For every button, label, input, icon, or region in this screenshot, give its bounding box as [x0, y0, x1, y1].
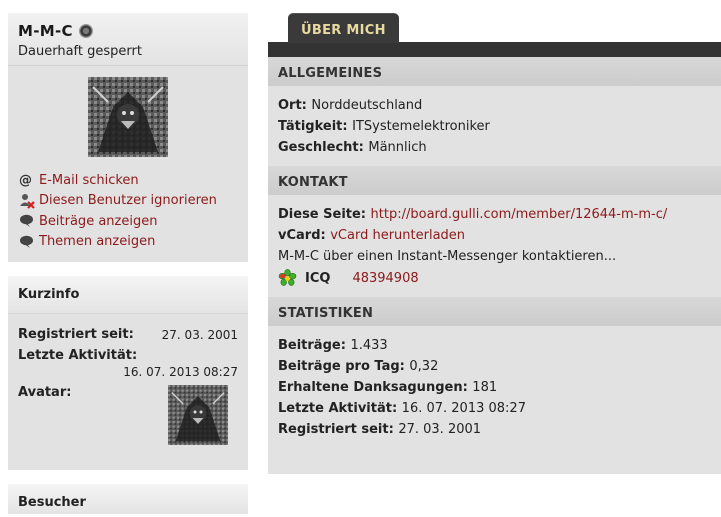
posts-per-day-value: 0,32: [409, 359, 439, 374]
section-general: Ort: Norddeutschland Tätigkeit: ITSystem…: [268, 86, 721, 166]
messenger-text: M-M-C über einen Instant-Messenger konta…: [278, 249, 617, 264]
kurzinfo-body: Registriert seit: 27. 03. 2001 Letzte Ak…: [8, 314, 248, 470]
sidebar: M-M-C Dauerhaft gesperrt @ E-Mail schick…: [8, 13, 248, 514]
posts-row: Beiträge: 1.433: [278, 335, 711, 356]
homepage-row: Diese Seite: http://board.gulli.com/memb…: [278, 204, 711, 225]
section-contact-title: KONTAKT: [268, 166, 721, 195]
about-me-panel: ALLGEMEINES Ort: Norddeutschland Tätigke…: [268, 57, 721, 474]
gender-value: Männlich: [368, 140, 427, 155]
vcard-label: vCard:: [278, 228, 331, 243]
stats-registered-value: 27. 03. 2001: [398, 422, 482, 437]
section-stats: Beiträge: 1.433 Beiträge pro Tag: 0,32 E…: [268, 326, 721, 448]
tab-strip: [268, 42, 721, 57]
username-text: M-M-C: [18, 22, 73, 40]
action-ignore-user[interactable]: Diesen Benutzer ignorieren: [19, 191, 217, 212]
stats-registered-label: Registriert seit:: [278, 422, 399, 437]
thanks-label: Erhaltene Danksagungen:: [278, 380, 473, 395]
stats-last-activity-row: Letzte Aktivität: 16. 07. 2013 08:27: [278, 398, 711, 419]
kurzinfo-box: Kurzinfo Registriert seit: 27. 03. 2001 …: [8, 276, 248, 470]
section-contact: Diese Seite: http://board.gulli.com/memb…: [268, 195, 721, 297]
profile-actions: @ E-Mail schicken Diesen Benutzer ignori…: [19, 170, 217, 252]
username: M-M-C: [18, 22, 238, 40]
user-title: Dauerhaft gesperrt: [18, 44, 142, 59]
stats-last-activity-label: Letzte Aktivität:: [278, 401, 402, 416]
profile-header: M-M-C Dauerhaft gesperrt: [8, 13, 248, 66]
kurzinfo-last-activity: Letzte Aktivität: 16. 07. 2013 08:27: [18, 348, 238, 385]
thanks-value: 181: [472, 380, 498, 395]
section-stats-title: STATISTIKEN: [268, 297, 721, 326]
besucher-box: Besucher: [8, 484, 248, 514]
tab-about-me[interactable]: ÜBER MICH: [288, 13, 399, 43]
homepage-label: Diese Seite:: [278, 207, 371, 222]
section-general-title: ALLGEMEINES: [268, 57, 721, 86]
main-content: ÜBER MICH ALLGEMEINES Ort: Norddeutschla…: [268, 13, 721, 474]
location-value: Norddeutschland: [311, 98, 423, 113]
speech-bubble-icon: [19, 235, 39, 249]
last-activity-value: 16. 07. 2013 08:27: [123, 365, 238, 379]
profile-box: M-M-C Dauerhaft gesperrt @ E-Mail schick…: [8, 13, 248, 262]
homepage-link[interactable]: http://board.gulli.com/member/12644-m-m-…: [371, 207, 668, 222]
icq-row: ICQ 48394908: [278, 267, 711, 289]
registered-label: Registriert seit:: [18, 327, 134, 342]
speech-bubble-icon: [19, 214, 39, 228]
gender-row: Geschlecht: Männlich: [278, 137, 711, 158]
stats-registered-row: Registriert seit: 27. 03. 2001: [278, 419, 711, 440]
show-threads-link[interactable]: Themen anzeigen: [39, 234, 155, 249]
action-show-posts[interactable]: Beiträge anzeigen: [19, 211, 217, 232]
vcard-download-link[interactable]: vCard herunterladen: [330, 228, 465, 243]
avatar[interactable]: [88, 77, 168, 157]
posts-per-day-row: Beiträge pro Tag: 0,32: [278, 356, 711, 377]
offline-status-icon: [78, 24, 93, 38]
kurzinfo-avatar: Avatar:: [18, 385, 238, 445]
stats-last-activity-value: 16. 07. 2013 08:27: [401, 401, 526, 416]
kurzinfo-registered: Registriert seit: 27. 03. 2001: [18, 327, 238, 348]
gender-label: Geschlecht:: [278, 140, 369, 155]
tab-bar: ÜBER MICH: [268, 13, 721, 43]
action-email[interactable]: @ E-Mail schicken: [19, 170, 217, 191]
avatar-label: Avatar:: [18, 385, 72, 400]
ignore-user-link[interactable]: Diesen Benutzer ignorieren: [39, 193, 217, 208]
show-posts-link[interactable]: Beiträge anzeigen: [39, 214, 157, 229]
posts-label: Beiträge:: [278, 338, 351, 353]
icq-label: ICQ: [305, 270, 331, 286]
last-activity-label: Letzte Aktivität:: [18, 348, 138, 363]
besucher-title: Besucher: [8, 484, 248, 514]
kurzinfo-title: Kurzinfo: [8, 276, 248, 314]
posts-per-day-label: Beiträge pro Tag:: [278, 359, 410, 374]
occupation-label: Tätigkeit:: [278, 119, 353, 134]
at-icon: @: [19, 172, 32, 188]
action-show-threads[interactable]: Themen anzeigen: [19, 232, 217, 253]
occupation-row: Tätigkeit: ITSystemelektroniker: [278, 116, 711, 137]
location-label: Ort:: [278, 98, 312, 113]
occupation-value: ITSystemelektroniker: [352, 119, 490, 134]
location-row: Ort: Norddeutschland: [278, 95, 711, 116]
avatar-thumbnail[interactable]: [168, 385, 228, 445]
posts-value: 1.433: [350, 338, 388, 353]
icq-flower-icon: [278, 268, 297, 286]
thanks-row: Erhaltene Danksagungen: 181: [278, 377, 711, 398]
email-link[interactable]: E-Mail schicken: [39, 173, 139, 188]
icq-number-link[interactable]: 48394908: [352, 271, 418, 286]
ignore-user-icon: [19, 193, 39, 209]
registered-value: 27. 03. 2001: [161, 328, 238, 342]
vcard-row: vCard: vCard herunterladen: [278, 225, 711, 246]
